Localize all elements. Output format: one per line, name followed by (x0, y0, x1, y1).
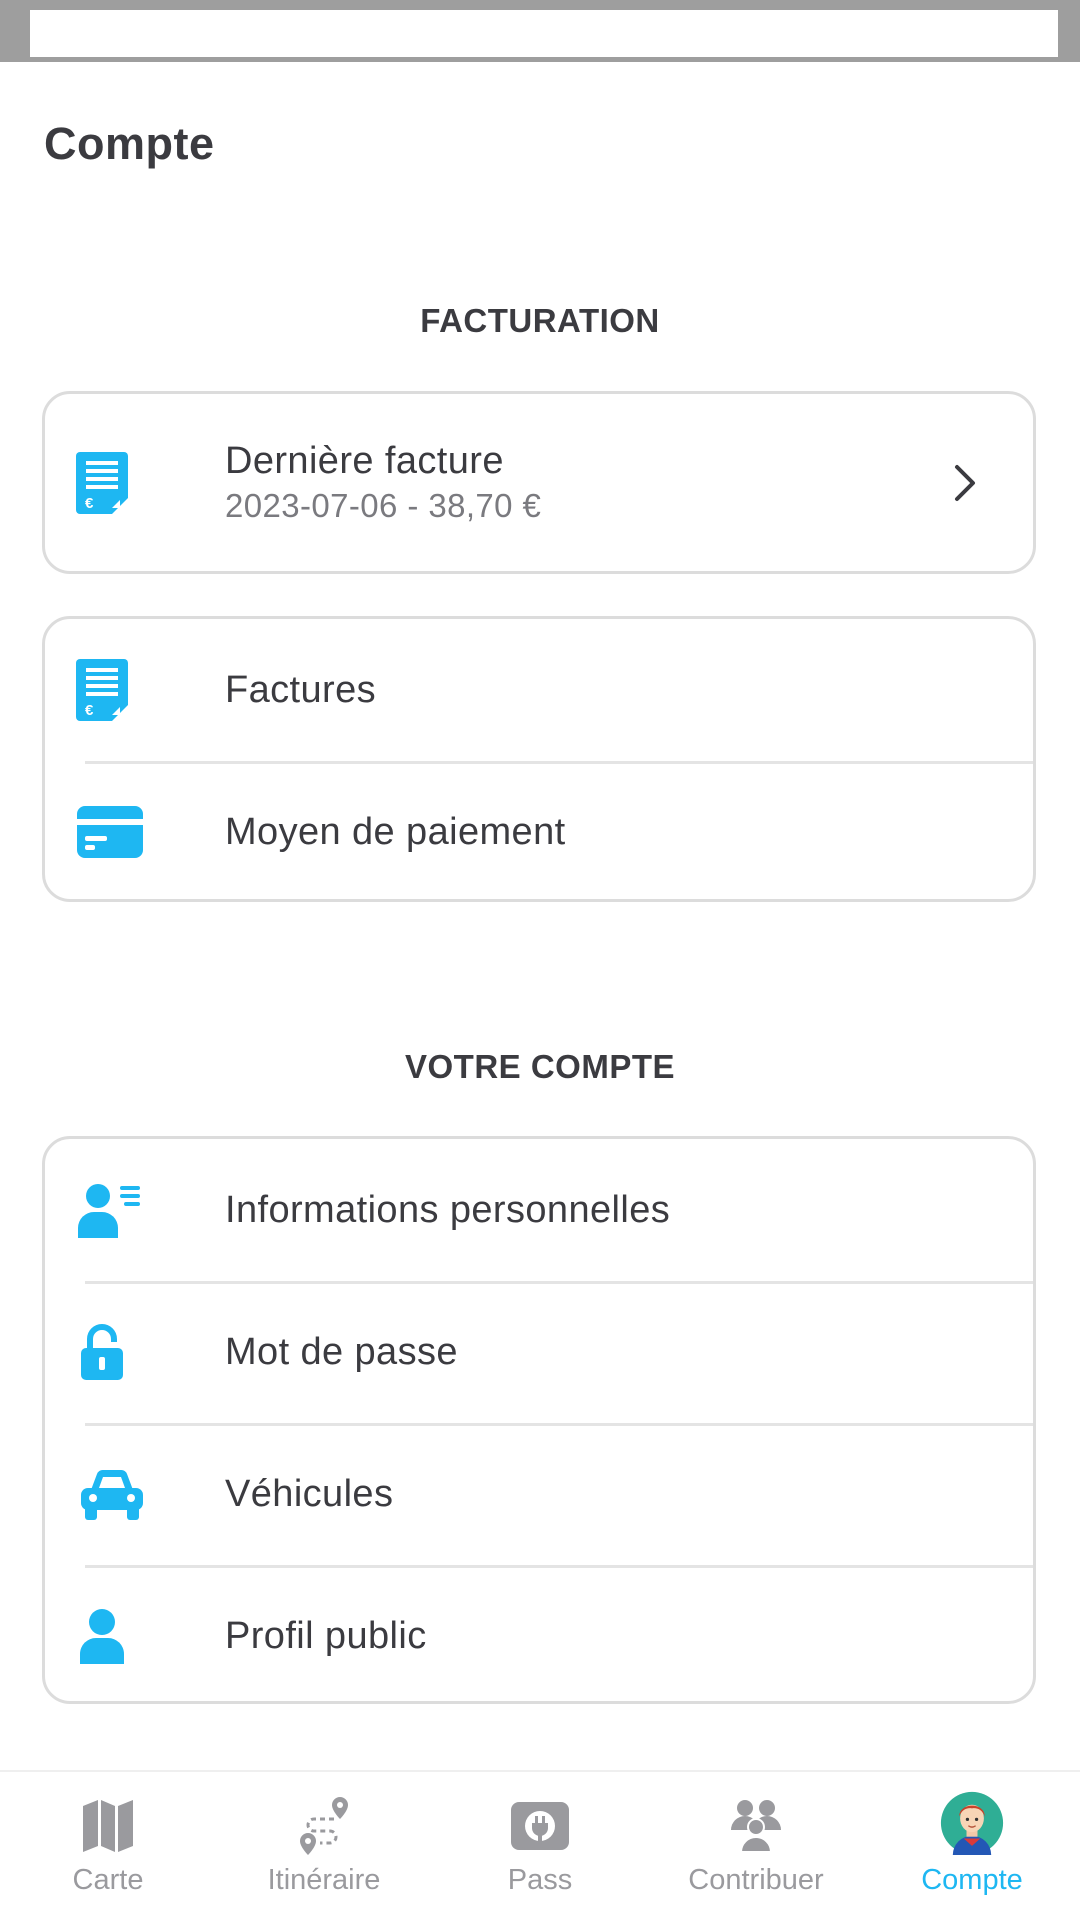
nav-tab-account[interactable]: Compte (864, 1772, 1080, 1922)
list-item-personal-info[interactable]: Informations personnelles (45, 1139, 1033, 1281)
list-item-vehicles[interactable]: Véhicules (45, 1423, 1033, 1565)
last-invoice-detail: 2023-07-06 - 38,70 € (225, 487, 542, 524)
billing-card: € Factures Moyen de paiement (42, 616, 1036, 902)
payment-method-label: Moyen de paiement (225, 810, 566, 853)
list-item-public-profile[interactable]: Profil public (45, 1565, 1033, 1701)
invoices-label: Factures (225, 668, 377, 711)
section-title-billing: FACTURATION (420, 302, 660, 339)
page-title: Compte (44, 118, 215, 169)
status-bar (0, 0, 1080, 62)
person-icon (67, 1601, 137, 1671)
password-label: Mot de passe (225, 1330, 458, 1373)
nav-tab-pass[interactable]: Pass (432, 1772, 648, 1922)
charging-plug-icon (508, 1794, 572, 1858)
public-profile-label: Profil public (225, 1614, 427, 1657)
svg-text:€: € (85, 495, 94, 512)
bottom-nav: Carte Itinéraire Pass Contribuer Compte (0, 1770, 1080, 1922)
nav-label-pass: Pass (507, 1864, 573, 1896)
nav-tab-route[interactable]: Itinéraire (216, 1772, 432, 1922)
avatar-icon (940, 1791, 1004, 1858)
svg-text:€: € (85, 702, 94, 719)
nav-label-route: Itinéraire (267, 1864, 381, 1896)
invoice-icon: € (67, 655, 137, 725)
section-title-account: VOTRE COMPTE (404, 1048, 676, 1085)
last-invoice-card[interactable]: € Dernière facture 2023-07-06 - 38,70 € (42, 391, 1036, 574)
community-icon (724, 1794, 788, 1858)
personal-info-label: Informations personnelles (225, 1188, 671, 1231)
map-icon (76, 1794, 140, 1858)
vehicles-label: Véhicules (225, 1472, 394, 1515)
invoice-icon: € (67, 448, 137, 518)
nav-tab-contribute[interactable]: Contribuer (648, 1772, 864, 1922)
nav-label-contribute: Contribuer (688, 1864, 824, 1896)
list-item-password[interactable]: Mot de passe (45, 1281, 1033, 1423)
nav-label-account: Compte (921, 1864, 1023, 1896)
last-invoice-text: Dernière facture 2023-07-06 - 38,70 € (225, 440, 541, 525)
status-bar-inner (30, 10, 1058, 57)
last-invoice-label: Dernière facture (225, 440, 504, 482)
nav-tab-map[interactable]: Carte (0, 1772, 216, 1922)
route-icon (292, 1794, 356, 1858)
list-item-payment-method[interactable]: Moyen de paiement (45, 761, 1033, 899)
credit-card-icon (75, 797, 145, 867)
car-icon (77, 1459, 147, 1529)
list-item-invoices[interactable]: € Factures (45, 619, 1033, 761)
lock-icon (67, 1317, 137, 1387)
id-card-icon (75, 1175, 145, 1245)
chevron-right-icon (955, 464, 975, 501)
nav-label-map: Carte (72, 1864, 144, 1896)
account-card: Informations personnelles Mot de passe V… (42, 1136, 1036, 1704)
